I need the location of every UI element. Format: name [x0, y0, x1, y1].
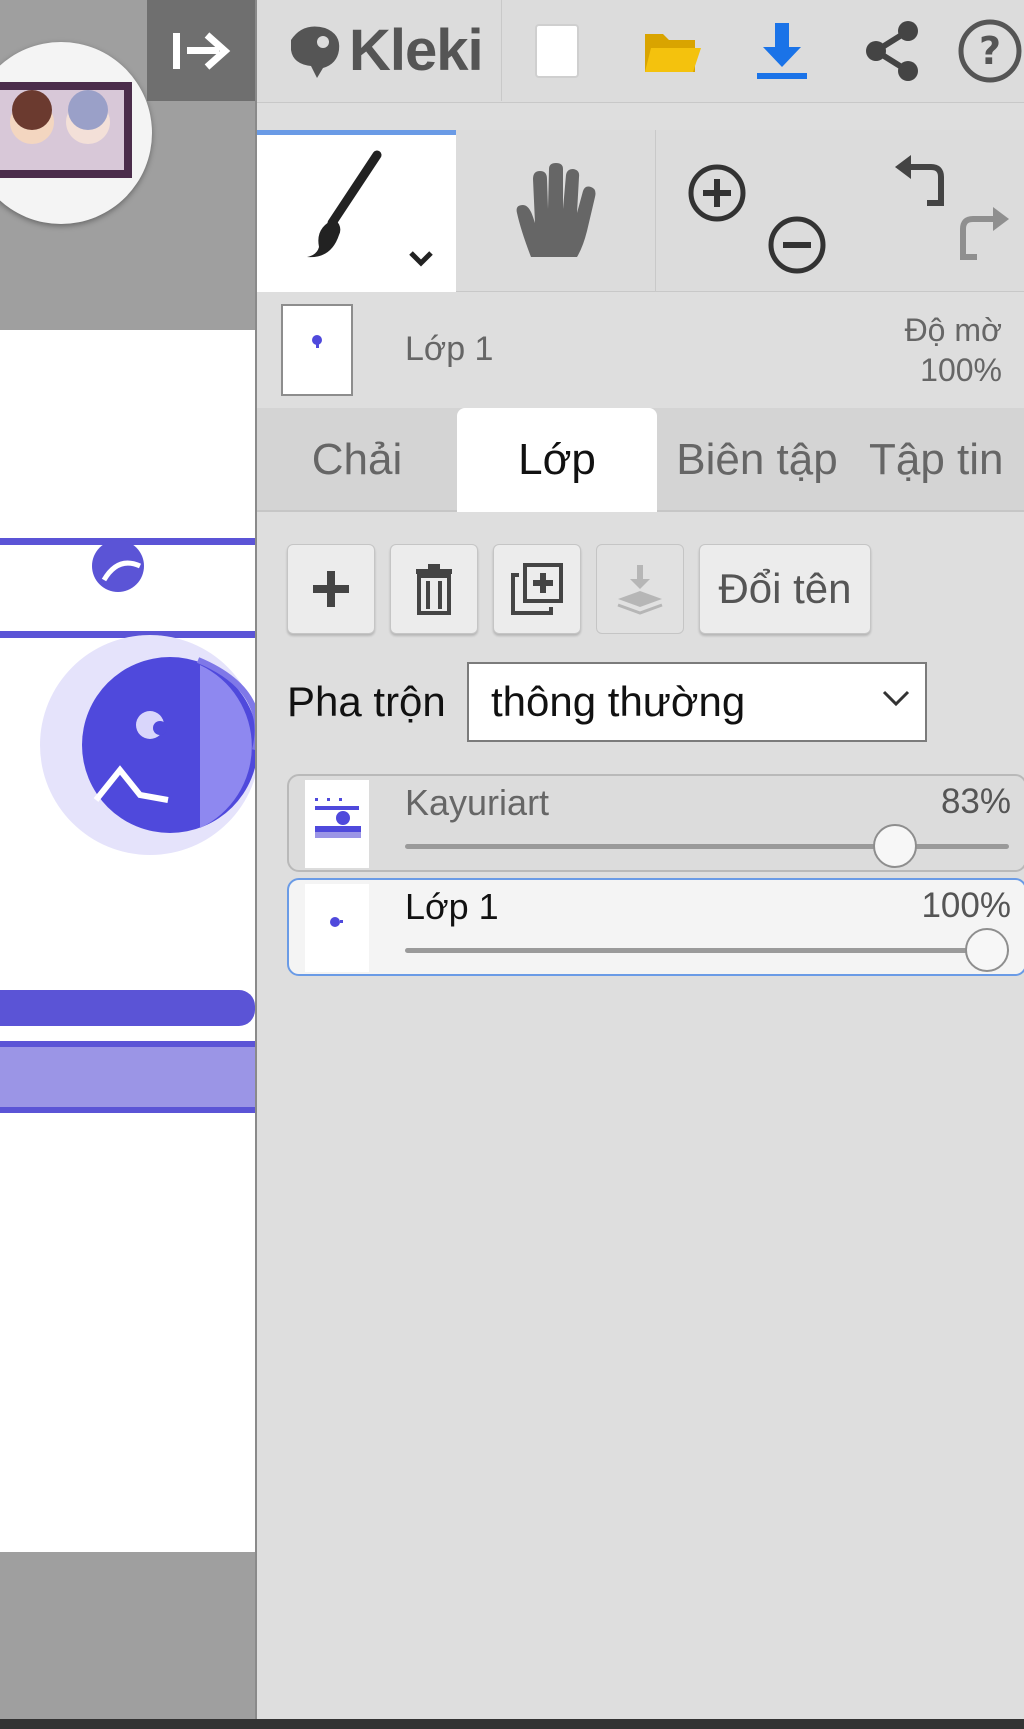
layer-item-kayuriart[interactable]: Kayuriart 83% — [287, 774, 1024, 872]
zoom-out-icon — [768, 216, 826, 274]
layer-name: Lớp 1 — [405, 886, 499, 927]
merge-down-icon — [617, 565, 663, 615]
layer-name: Kayuriart — [405, 782, 550, 823]
rename-layer-button[interactable]: Đổi tên — [699, 544, 871, 634]
share-icon — [866, 20, 918, 81]
tool-row — [257, 130, 1024, 292]
tab-edit[interactable]: Biên tập — [657, 408, 857, 512]
avatar-image — [0, 82, 132, 178]
layer-item-lop-1[interactable]: Lớp 1 100% — [287, 878, 1024, 976]
drawing-canvas[interactable] — [0, 330, 255, 1552]
open-file-button[interactable] — [617, 0, 727, 101]
blend-mode-row: Pha trộn thông thường — [257, 660, 1024, 744]
opacity-label: Độ mờ — [904, 312, 1002, 348]
top-toolbar: Kleki ? — [257, 0, 1024, 103]
system-bottom-bar — [0, 1719, 1024, 1729]
kleki-logo-icon — [291, 26, 340, 78]
layer-opacity-slider-handle[interactable] — [873, 824, 917, 868]
help-icon: ? — [958, 19, 1022, 82]
layer-opacity-slider[interactable] — [405, 948, 1009, 953]
collapse-arrow-icon — [173, 31, 231, 70]
current-layer-header: Lớp 1 Độ mờ 100% — [257, 292, 1024, 404]
brush-tool-button[interactable] — [257, 130, 456, 292]
duplicate-icon — [511, 563, 563, 615]
layer-thumbnail-image — [312, 335, 322, 348]
undo-icon — [895, 155, 944, 206]
layer-thumbnail — [305, 884, 369, 972]
layer-actions: Đổi tên — [257, 540, 1024, 640]
zoom-in-icon — [688, 164, 746, 222]
new-document-button[interactable] — [507, 0, 607, 101]
side-panel: Kleki ? Lớp 1 Độ mờ 100% Chải Lớp Biên t… — [255, 0, 1024, 1729]
layer-opacity-text: 83% — [940, 782, 1011, 821]
layer-opacity-slider[interactable] — [405, 844, 1009, 849]
kleki-logo[interactable]: Kleki — [257, 0, 502, 101]
folder-icon — [645, 33, 701, 72]
canvas-area[interactable] — [0, 0, 255, 1729]
opacity-display: Độ mờ 100% — [905, 310, 1002, 390]
opacity-value: 100% — [920, 352, 1002, 388]
layer-thumbnail-image — [330, 917, 343, 927]
canvas-artwork — [0, 538, 255, 1113]
tab-file[interactable]: Tập tin — [857, 408, 1024, 512]
app-root: Kleki ? Lớp 1 Độ mờ 100% Chải Lớp Biên t… — [0, 0, 1024, 1729]
merge-down-button[interactable] — [596, 544, 684, 634]
download-icon — [757, 22, 807, 79]
svg-text:?: ? — [979, 29, 1001, 73]
duplicate-layer-button[interactable] — [493, 544, 581, 634]
share-button[interactable] — [837, 0, 947, 101]
blank-page-icon — [535, 23, 579, 78]
panel-tabs: Chải Lớp Biên tập Tập tin — [257, 408, 1024, 512]
delete-layer-button[interactable] — [390, 544, 478, 634]
avatar[interactable] — [0, 42, 152, 224]
redo-icon — [959, 207, 1009, 260]
collapse-panel-button[interactable] — [147, 0, 255, 101]
hand-icon — [516, 163, 595, 257]
layer-thumbnail — [305, 780, 369, 868]
logo-text: Kleki — [349, 18, 484, 83]
brush-icon — [307, 150, 433, 267]
current-layer-name: Lớp 1 — [405, 330, 494, 368]
chevron-down-icon — [882, 690, 910, 707]
blend-mode-value: thông thường — [491, 678, 746, 725]
help-button[interactable]: ? — [949, 0, 1024, 101]
current-layer-thumbnail[interactable] — [281, 304, 353, 396]
redo-button[interactable] — [947, 192, 1024, 282]
rename-label: Đổi tên — [718, 565, 852, 612]
hand-tool-button[interactable] — [456, 130, 656, 292]
blend-mode-select[interactable]: thông thường — [467, 662, 927, 742]
trash-icon — [416, 564, 452, 615]
tab-layers[interactable]: Lớp — [457, 408, 657, 512]
download-button[interactable] — [727, 0, 837, 101]
layer-opacity-slider-handle[interactable] — [965, 928, 1009, 972]
plus-icon — [313, 571, 349, 607]
tab-brush[interactable]: Chải — [257, 408, 457, 512]
layer-thumbnail-image — [315, 798, 361, 838]
zoom-out-button[interactable] — [747, 200, 847, 290]
add-layer-button[interactable] — [287, 544, 375, 634]
layer-opacity-text: 100% — [921, 886, 1011, 925]
blend-mode-label: Pha trộn — [287, 678, 446, 725]
